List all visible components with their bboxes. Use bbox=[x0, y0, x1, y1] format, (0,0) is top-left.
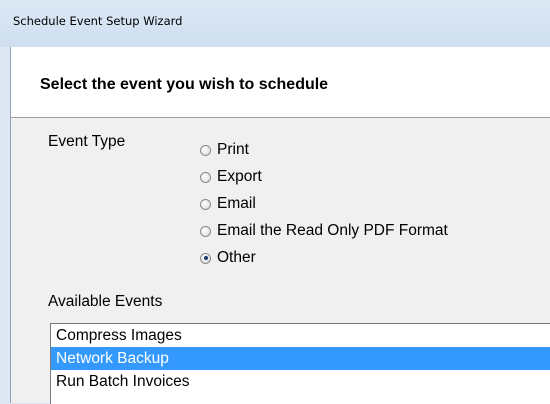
radio-button-icon[interactable] bbox=[200, 144, 211, 156]
list-item-run-batch-invoices[interactable]: Run Batch Invoices bbox=[51, 370, 550, 393]
available-events-label: Available Events bbox=[48, 293, 163, 310]
radio-other[interactable]: Other bbox=[200, 247, 256, 269]
radio-print[interactable]: Print bbox=[200, 139, 249, 161]
radio-button-icon[interactable] bbox=[200, 171, 211, 183]
title-bar[interactable]: Schedule Event Setup Wizard bbox=[0, 0, 550, 47]
event-type-label: Event Type bbox=[48, 133, 126, 150]
page-title: Select the event you wish to schedule bbox=[40, 76, 329, 93]
radio-export[interactable]: Export bbox=[200, 166, 262, 188]
radio-email[interactable]: Email bbox=[200, 193, 256, 215]
radio-email-pdf-label: Email the Read Only PDF Format bbox=[217, 222, 448, 239]
radio-button-checked-icon[interactable] bbox=[200, 252, 211, 264]
window-title: Schedule Event Setup Wizard bbox=[13, 14, 183, 28]
radio-print-label: Print bbox=[217, 141, 249, 158]
radio-email-pdf[interactable]: Email the Read Only PDF Format bbox=[200, 220, 448, 242]
radio-other-label: Other bbox=[217, 249, 256, 266]
radio-button-icon[interactable] bbox=[200, 198, 211, 210]
available-events-listbox[interactable]: Compress Images Network Backup Run Batch… bbox=[50, 323, 550, 404]
list-item-network-backup[interactable]: Network Backup bbox=[51, 347, 550, 370]
radio-export-label: Export bbox=[217, 168, 262, 185]
radio-email-label: Email bbox=[217, 195, 256, 212]
wizard-header: Select the event you wish to schedule bbox=[10, 47, 550, 118]
radio-button-icon[interactable] bbox=[200, 225, 211, 237]
list-item-compress-images[interactable]: Compress Images bbox=[51, 324, 550, 347]
